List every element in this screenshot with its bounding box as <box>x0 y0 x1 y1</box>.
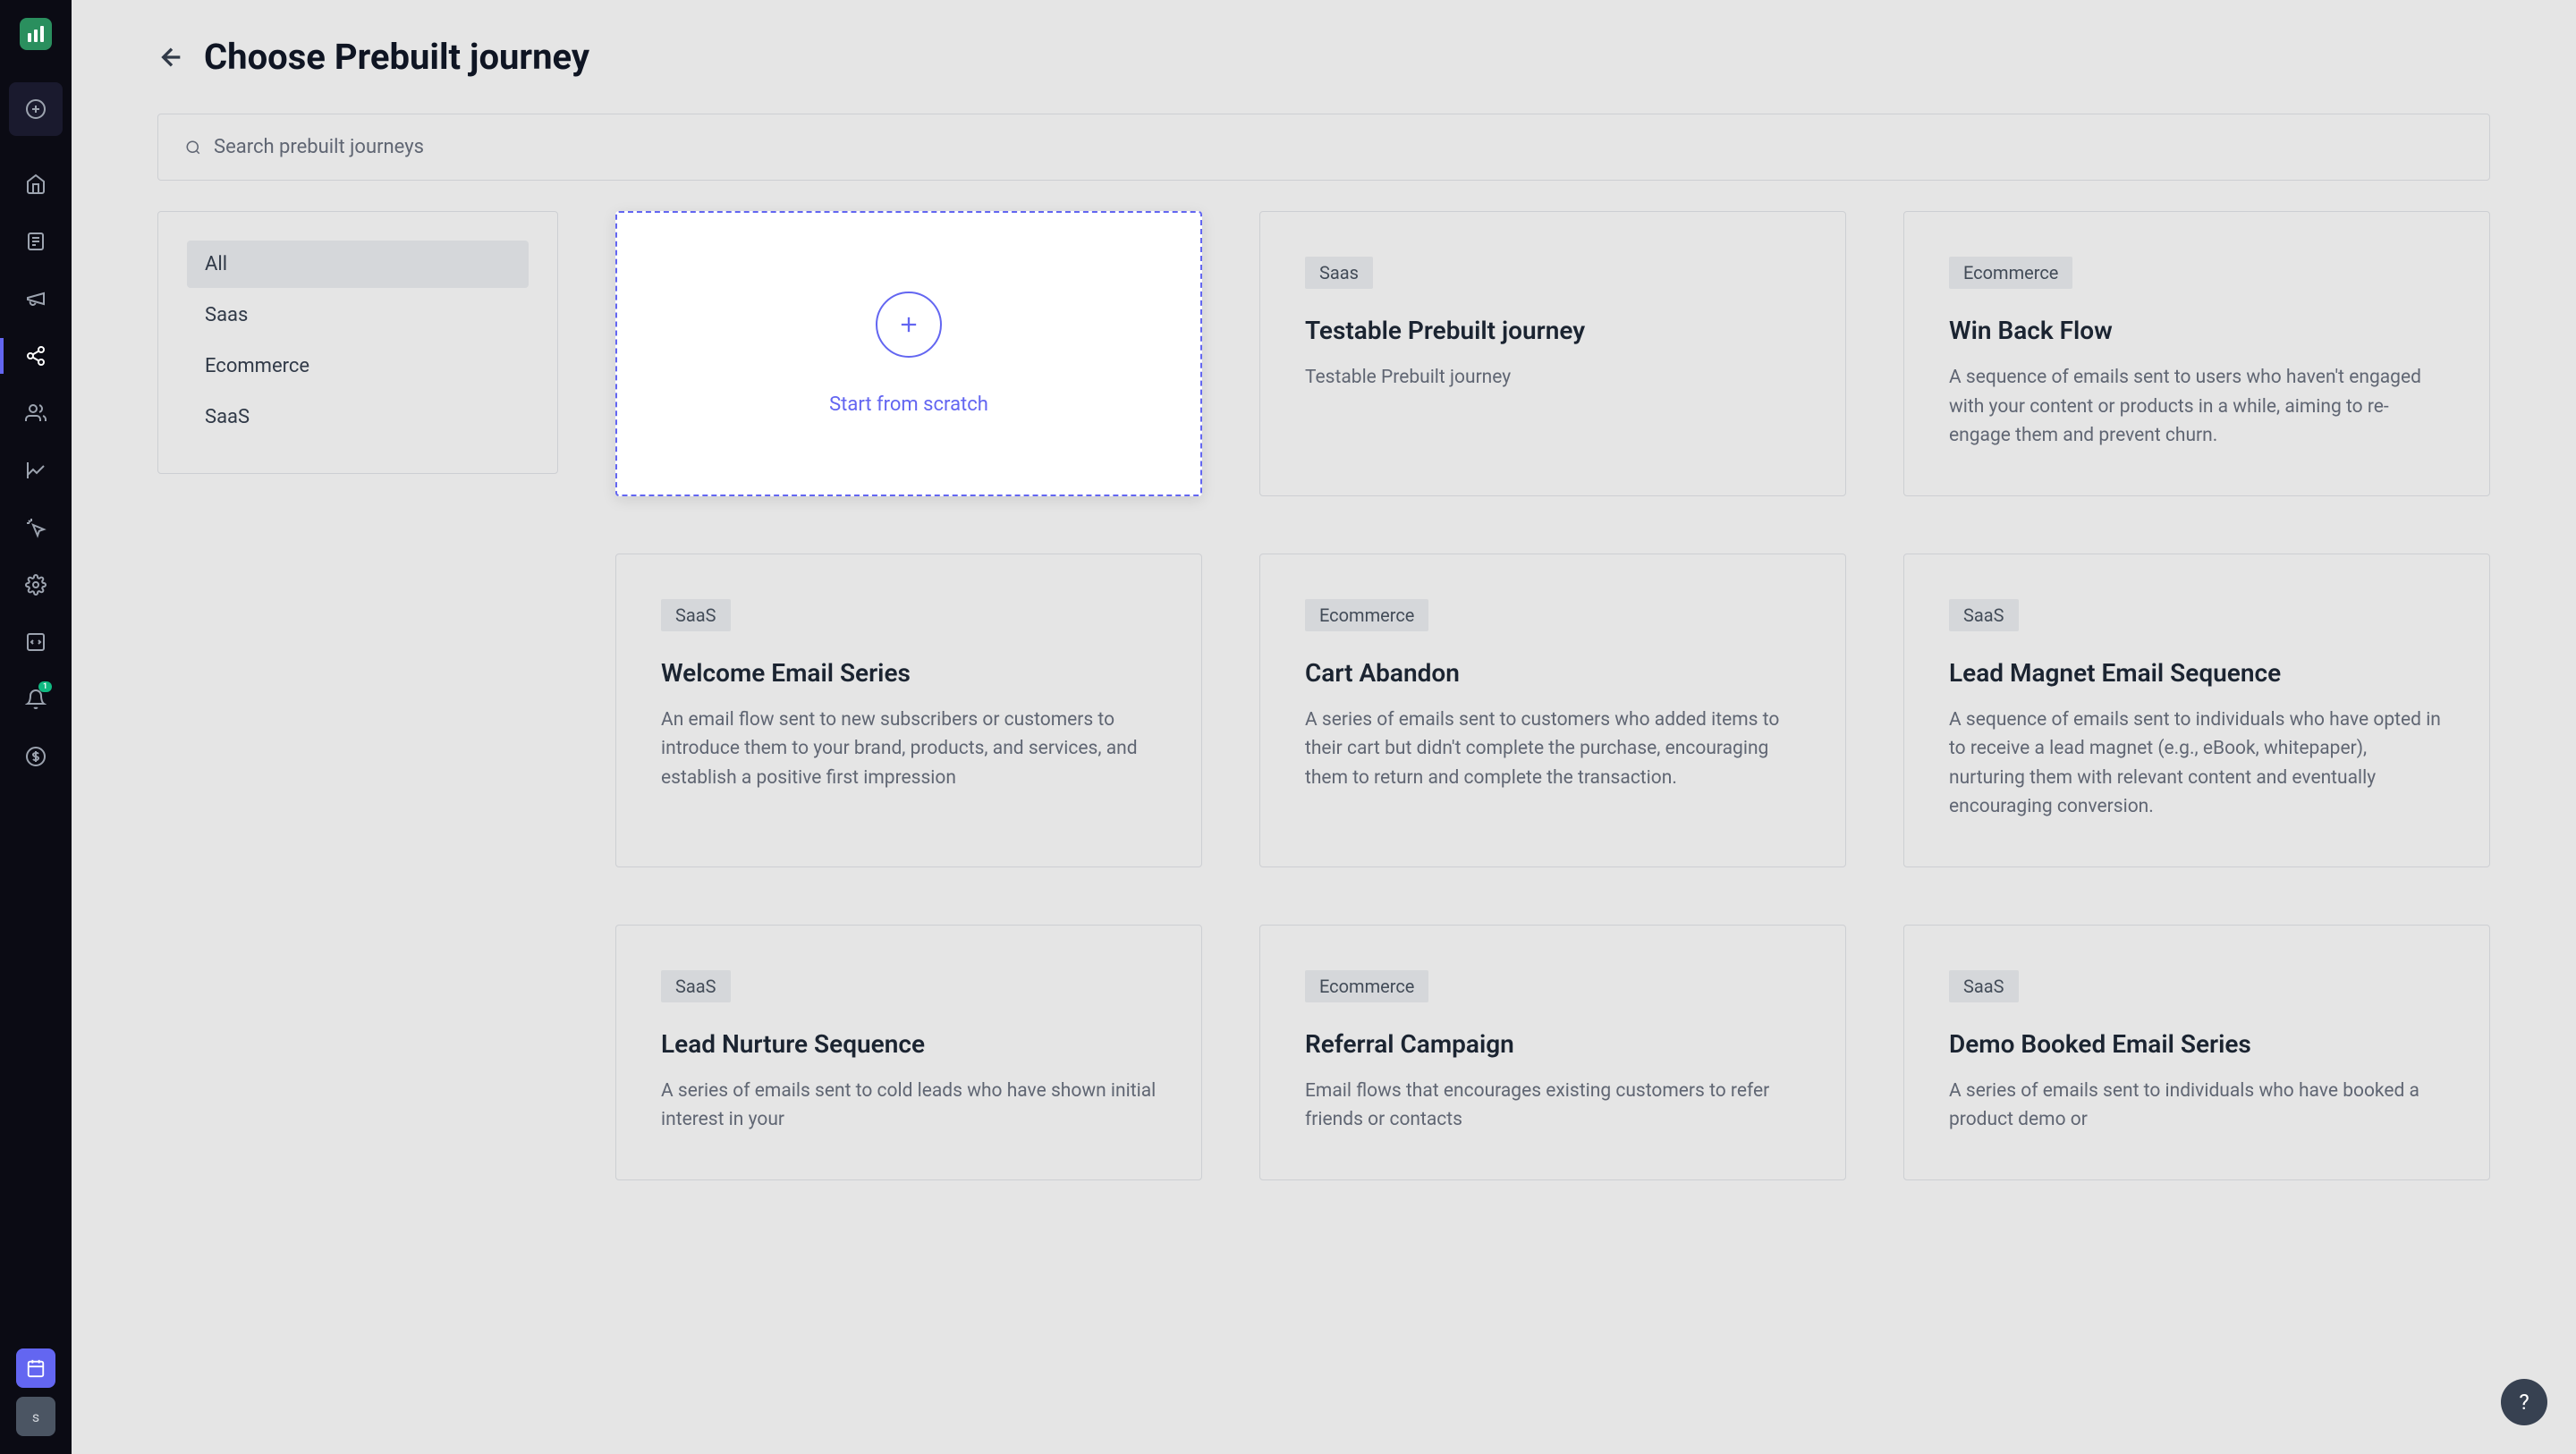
nav-broadcast[interactable] <box>9 272 63 325</box>
card-tag: Ecommerce <box>1305 599 1428 631</box>
card-desc: A series of emails sent to cold leads wh… <box>661 1077 1157 1135</box>
card-title: Win Back Flow <box>1949 316 2445 345</box>
card-title: Referral Campaign <box>1305 1029 1801 1059</box>
search-input[interactable] <box>214 136 2462 158</box>
card-desc: Testable Prebuilt journey <box>1305 363 1801 393</box>
nav-notifications[interactable]: 1 <box>9 672 63 726</box>
card-tag: SaaS <box>1949 599 2019 631</box>
card-title: Cart Abandon <box>1305 658 1801 688</box>
card-desc: A series of emails sent to customers who… <box>1305 706 1801 793</box>
page-title: Choose Prebuilt journey <box>204 36 589 78</box>
card-tag: Ecommerce <box>1305 970 1428 1002</box>
journey-card[interactable]: SaaS Welcome Email Series An email flow … <box>615 554 1202 867</box>
sidebar: 1 s <box>0 0 72 1454</box>
filter-all[interactable]: All <box>187 241 529 288</box>
card-desc: Email flows that encourages existing cus… <box>1305 1077 1801 1135</box>
nav-embed[interactable] <box>9 615 63 669</box>
filter-panel: All Saas Ecommerce SaaS <box>157 211 558 474</box>
nav-document[interactable] <box>9 215 63 268</box>
journey-card[interactable]: SaaS Lead Nurture Sequence A series of e… <box>615 925 1202 1180</box>
document-icon <box>25 231 47 252</box>
nav-automation[interactable] <box>9 501 63 554</box>
nav-settings[interactable] <box>9 558 63 612</box>
nav-analytics[interactable] <box>9 444 63 497</box>
card-title: Welcome Email Series <box>661 658 1157 688</box>
card-desc: A series of emails sent to individuals w… <box>1949 1077 2445 1135</box>
main-content: Choose Prebuilt journey All Saas Ecommer… <box>72 0 2576 1454</box>
card-tag: Ecommerce <box>1949 257 2072 289</box>
nav-home[interactable] <box>9 157 63 211</box>
journey-card[interactable]: SaaS Demo Booked Email Series A series o… <box>1903 925 2490 1180</box>
help-icon: ? <box>2519 1390 2529 1415</box>
search-icon <box>185 139 201 156</box>
filter-ecommerce[interactable]: Ecommerce <box>187 342 529 390</box>
start-from-scratch-card[interactable]: Start from scratch <box>615 211 1202 496</box>
page-header: Choose Prebuilt journey <box>157 36 2490 78</box>
back-arrow-icon[interactable] <box>157 43 186 72</box>
add-button[interactable] <box>9 82 63 136</box>
home-icon <box>25 173 47 195</box>
users-icon <box>25 402 47 424</box>
filter-saas-2[interactable]: SaaS <box>187 393 529 441</box>
avatar[interactable]: s <box>16 1397 55 1436</box>
dollar-icon <box>25 746 47 767</box>
journey-card[interactable]: SaaS Lead Magnet Email Sequence A sequen… <box>1903 554 2490 867</box>
card-desc: An email flow sent to new subscribers or… <box>661 706 1157 793</box>
gear-icon <box>25 574 47 596</box>
card-title: Lead Magnet Email Sequence <box>1949 658 2445 688</box>
filter-saas-1[interactable]: Saas <box>187 292 529 339</box>
journey-card[interactable]: Ecommerce Referral Campaign Email flows … <box>1259 925 1846 1180</box>
card-title: Testable Prebuilt journey <box>1305 316 1801 345</box>
app-logo[interactable] <box>20 18 52 50</box>
card-tag: SaaS <box>1949 970 2019 1002</box>
card-desc: A sequence of emails sent to individuals… <box>1949 706 2445 822</box>
card-tag: SaaS <box>661 599 731 631</box>
calendar-icon <box>26 1358 46 1378</box>
notification-badge: 1 <box>38 681 52 692</box>
click-icon <box>25 517 47 538</box>
plus-circle-icon <box>25 98 47 120</box>
megaphone-icon <box>25 288 47 309</box>
card-title: Demo Booked Email Series <box>1949 1029 2445 1059</box>
code-icon <box>25 631 47 653</box>
card-title: Lead Nurture Sequence <box>661 1029 1157 1059</box>
avatar-letter: s <box>32 1408 39 1425</box>
chart-icon <box>25 460 47 481</box>
card-tag: Saas <box>1305 257 1373 289</box>
search-box[interactable] <box>157 114 2490 181</box>
journey-card[interactable]: Ecommerce Cart Abandon A series of email… <box>1259 554 1846 867</box>
nav-journeys[interactable] <box>9 329 63 383</box>
help-button[interactable]: ? <box>2501 1379 2547 1425</box>
scratch-label: Start from scratch <box>829 393 988 416</box>
card-desc: A sequence of emails sent to users who h… <box>1949 363 2445 451</box>
calendar-button[interactable] <box>16 1348 55 1388</box>
journey-card[interactable]: Saas Testable Prebuilt journey Testable … <box>1259 211 1846 496</box>
journey-card[interactable]: Ecommerce Win Back Flow A sequence of em… <box>1903 211 2490 496</box>
card-tag: SaaS <box>661 970 731 1002</box>
nav-people[interactable] <box>9 386 63 440</box>
plus-circle-icon <box>876 292 942 358</box>
nav-billing[interactable] <box>9 730 63 783</box>
share-icon <box>25 345 47 367</box>
